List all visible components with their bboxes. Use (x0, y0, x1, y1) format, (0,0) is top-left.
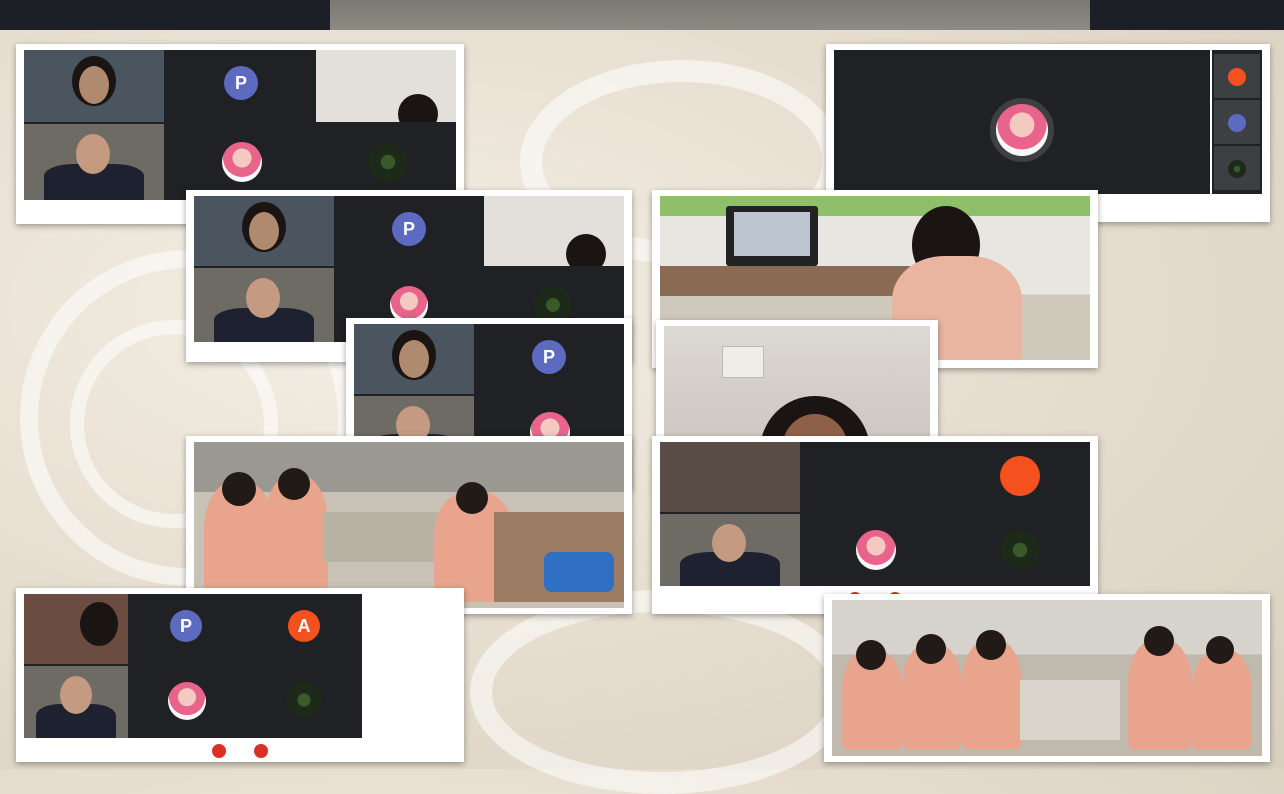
video-tile-dark (316, 124, 456, 200)
video-tile-p: P (336, 196, 482, 266)
video-tile-photo (130, 666, 244, 738)
video-tile-student (194, 196, 334, 266)
video-tile-p: P (166, 50, 314, 122)
end-call-icon[interactable] (212, 744, 226, 758)
video-tile-teacher (316, 50, 456, 122)
avatar-photo (168, 682, 206, 720)
avatar-p: P (532, 340, 566, 374)
avatar-a: A (288, 610, 320, 642)
classroom (194, 442, 624, 608)
video-tile-presenter (24, 124, 164, 200)
video-tile-photo (802, 514, 948, 586)
video-tile-students (24, 594, 128, 664)
video-tile-teacher (484, 196, 624, 266)
side-strip (1212, 50, 1262, 194)
avatar-photo (856, 530, 896, 570)
video-tile-dark (950, 514, 1090, 586)
video-tile-empty (802, 442, 948, 512)
main-stage (834, 50, 1210, 194)
avatar-p: P (170, 610, 202, 642)
video-tile-photo (166, 124, 314, 200)
avatar-p: P (392, 212, 426, 246)
video-tile-a (950, 442, 1090, 512)
meet-grid: P A (24, 594, 362, 738)
side-tile (1214, 100, 1260, 144)
video-tile-presenter (660, 514, 800, 586)
avatar-photo (222, 142, 262, 182)
photo-classroom-2 (824, 594, 1270, 762)
video-tile-p: P (476, 324, 624, 394)
avatar-dark (286, 682, 322, 718)
laptop-screen (726, 206, 818, 266)
top-banner (0, 0, 1284, 30)
video-tile-student (354, 324, 474, 394)
bag (544, 552, 614, 592)
video-tile-presenter (194, 268, 334, 342)
avatar-photo (990, 98, 1054, 162)
video-tile-a: A (246, 594, 362, 664)
student (1192, 650, 1252, 750)
avatar-dark (368, 142, 408, 182)
meet-grid: P (24, 50, 456, 200)
desk (324, 512, 444, 562)
green-wall-strip (660, 196, 1090, 216)
avatar-dark (1000, 530, 1040, 570)
wall-notice (722, 346, 764, 378)
meet-screenshot-8 (652, 436, 1098, 614)
side-tile (1214, 146, 1260, 190)
desk (1020, 680, 1120, 740)
video-tile-student (24, 50, 164, 122)
classroom (832, 600, 1262, 756)
student (1128, 640, 1192, 750)
avatar-a (1000, 456, 1040, 496)
video-tile-presenter (24, 666, 128, 738)
mic-icon[interactable] (254, 744, 268, 758)
meet-screenshot-9: P A (16, 588, 464, 762)
avatar-p: P (224, 66, 258, 100)
side-tile (1214, 54, 1260, 98)
desk (660, 266, 910, 296)
video-tile-dark (246, 666, 362, 738)
seal-strip (330, 0, 1090, 30)
video-tile-classroom (660, 442, 800, 512)
meet-grid (660, 442, 1090, 586)
video-tile-p: P (130, 594, 244, 664)
fabric-fold (470, 590, 854, 794)
